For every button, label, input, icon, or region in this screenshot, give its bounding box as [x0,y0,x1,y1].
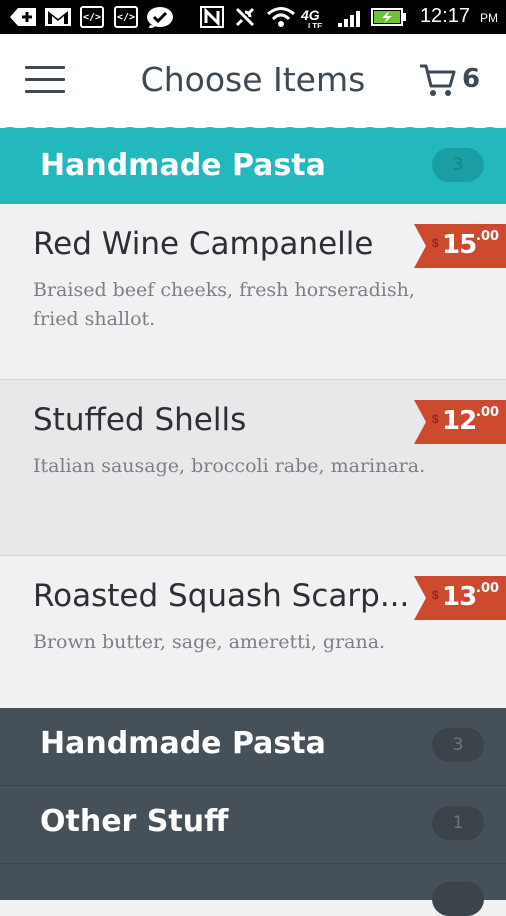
price-currency: $ [432,588,439,602]
wave-divider [0,127,506,136]
battery-charging-icon [371,8,406,26]
svg-text:LTE: LTE [308,22,323,28]
section-header-partial[interactable] [0,864,506,916]
mute-icon [235,7,255,27]
item-name: Roasted Squash Scarp... [33,578,410,614]
chat-check-icon [147,7,173,28]
price-currency: $ [432,412,439,426]
section-count-badge: 1 [432,806,484,840]
price-tag: $ 15 .00 [414,224,506,268]
item-description: Brown butter, sage, ameretti, grana. [33,631,386,653]
item-description: Braised beef cheeks, fresh horseradish, … [33,279,415,330]
gmail-icon [45,8,71,26]
price-cents: .00 [476,405,500,420]
price-currency: $ [432,236,439,250]
cart-button[interactable]: 6 [418,60,488,100]
list-item[interactable]: Roasted Squash Scarp... Brown butter, sa… [0,556,506,708]
add-icon [10,8,36,26]
network-4g-icon: 4G LTE [300,7,323,28]
list-item[interactable]: Stuffed Shells Italian sausage, broccoli… [0,380,506,556]
price-cents: .00 [476,581,500,596]
status-time: 12:17 [419,5,470,27]
price-value: 12 [442,406,477,436]
list-item[interactable]: Red Wine Campanelle Braised beef cheeks,… [0,204,506,380]
section-title: Handmade Pasta [40,148,326,183]
item-name: Stuffed Shells [33,402,247,438]
section-count-badge: 3 [432,148,484,182]
code-icon: </> [80,6,104,28]
item-description: Italian sausage, broccoli rabe, marinara… [33,455,426,477]
section-title: Handmade Pasta [40,726,326,761]
price-tag: $ 12 .00 [414,400,506,444]
cart-count: 6 [462,64,481,94]
price-cents: .00 [476,229,500,244]
svg-text:4G: 4G [300,7,320,23]
status-ampm: PM [480,11,498,25]
price-value: 15 [442,230,477,260]
app-header: Choose Items 6 [0,34,506,128]
section-count-badge [432,882,484,916]
price-value: 13 [442,582,477,612]
code-icon: </> [114,6,138,28]
section-header[interactable]: Other Stuff 1 [0,786,506,864]
section-count-badge: 3 [432,728,484,762]
wifi-icon [267,7,295,27]
section-header-active[interactable]: Handmade Pasta 3 [0,128,506,204]
nfc-icon [200,6,224,28]
section-title: Other Stuff [40,804,229,839]
price-tag: $ 13 .00 [414,576,506,620]
signal-icon [338,11,360,27]
section-header[interactable]: Handmade Pasta 3 [0,708,506,786]
status-bar: </> </> 4G LTE 12:17 PM [0,0,506,34]
item-name: Red Wine Campanelle [33,226,374,262]
cart-icon [420,64,456,96]
